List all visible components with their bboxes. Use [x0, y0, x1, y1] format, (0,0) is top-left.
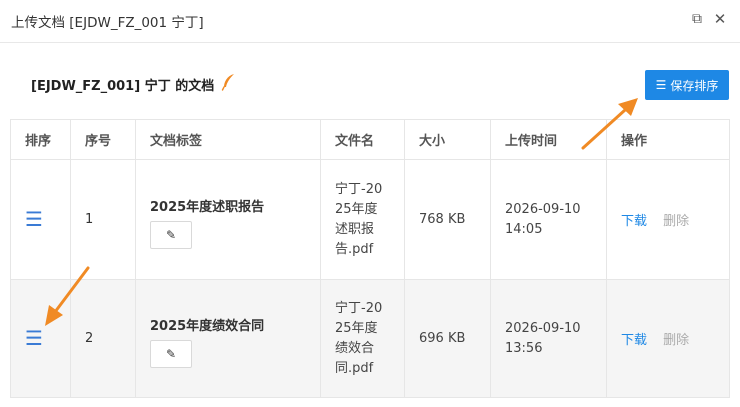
menu-icon: ☰ — [655, 78, 667, 92]
upload-time-cell: 2026-09-10 14:05 — [490, 159, 607, 280]
filename: 宁丁-2025年度绩效合同.pdf — [335, 300, 383, 376]
upload-time: 14:05 — [505, 221, 543, 237]
pencil-icon: ✎ — [165, 228, 177, 242]
close-icon[interactable]: ✕ — [711, 10, 729, 28]
column-header-sort: 排序 — [10, 119, 71, 160]
column-header-index: 序号 — [70, 119, 136, 160]
table-row: ☰ 2 2025年度绩效合同 ✎ 宁丁-2025年度绩效合同.pdf 696 K… — [10, 279, 730, 398]
download-link[interactable]: 下载 — [621, 214, 647, 229]
table-header-row: 排序 序号 文档标签 文件名 大小 上传时间 操作 — [10, 119, 730, 160]
edit-tag-button[interactable]: ✎ — [150, 340, 192, 368]
column-header-upload-time: 上传时间 — [490, 119, 607, 160]
documents-table: 排序 序号 文档标签 文件名 大小 上传时间 操作 ☰ 1 2025年度述职报告… — [10, 119, 730, 398]
window-title: 上传文档 [EJDW_FZ_001 宁丁] — [11, 15, 204, 31]
sort-cell: ☰ — [10, 279, 71, 398]
upload-date: 2026-09-10 — [505, 320, 581, 336]
size-cell: 768 KB — [404, 159, 491, 280]
actions-cell: 下载 删除 — [606, 279, 730, 398]
actions-cell: 下载 删除 — [606, 159, 730, 280]
column-header-actions: 操作 — [606, 119, 730, 160]
size-cell: 696 KB — [404, 279, 491, 398]
table-row: ☰ 1 2025年度述职报告 ✎ 宁丁-2025年度述职报告.pdf 768 K… — [10, 159, 730, 280]
drag-handle-icon[interactable]: ☰ — [25, 207, 43, 231]
delete-link[interactable]: 删除 — [663, 333, 689, 348]
drag-handle-icon[interactable]: ☰ — [25, 326, 43, 350]
upload-time: 13:56 — [505, 340, 543, 356]
edit-tag-button[interactable]: ✎ — [150, 221, 192, 249]
save-sort-button[interactable]: ☰ 保存排序 — [645, 70, 729, 100]
filename: 宁丁-2025年度述职报告.pdf — [335, 181, 383, 257]
delete-link[interactable]: 删除 — [663, 214, 689, 229]
pencil-icon: ✎ — [165, 347, 177, 361]
filename-cell: 宁丁-2025年度绩效合同.pdf — [320, 279, 405, 398]
tag-cell: 2025年度绩效合同 ✎ — [135, 279, 321, 398]
download-link[interactable]: 下载 — [621, 333, 647, 348]
feather-icon — [221, 74, 234, 91]
index-cell: 2 — [70, 279, 136, 398]
upload-date: 2026-09-10 — [505, 201, 581, 217]
column-header-size: 大小 — [404, 119, 491, 160]
tag-cell: 2025年度述职报告 ✎ — [135, 159, 321, 280]
save-sort-label: 保存排序 — [670, 78, 719, 93]
restore-icon[interactable]: ⧉ — [688, 10, 706, 28]
column-header-tag: 文档标签 — [135, 119, 321, 160]
upload-time-cell: 2026-09-10 13:56 — [490, 279, 607, 398]
column-header-filename: 文件名 — [320, 119, 405, 160]
sort-cell: ☰ — [10, 159, 71, 280]
document-list-title: [EJDW_FZ_001] 宁丁 的文档 — [31, 79, 215, 94]
filename-cell: 宁丁-2025年度述职报告.pdf — [320, 159, 405, 280]
tag-label: 2025年度绩效合同 — [150, 319, 265, 334]
window-titlebar: 上传文档 [EJDW_FZ_001 宁丁] ⧉ ✕ — [0, 0, 740, 43]
index-cell: 1 — [70, 159, 136, 280]
tag-label: 2025年度述职报告 — [150, 200, 265, 215]
